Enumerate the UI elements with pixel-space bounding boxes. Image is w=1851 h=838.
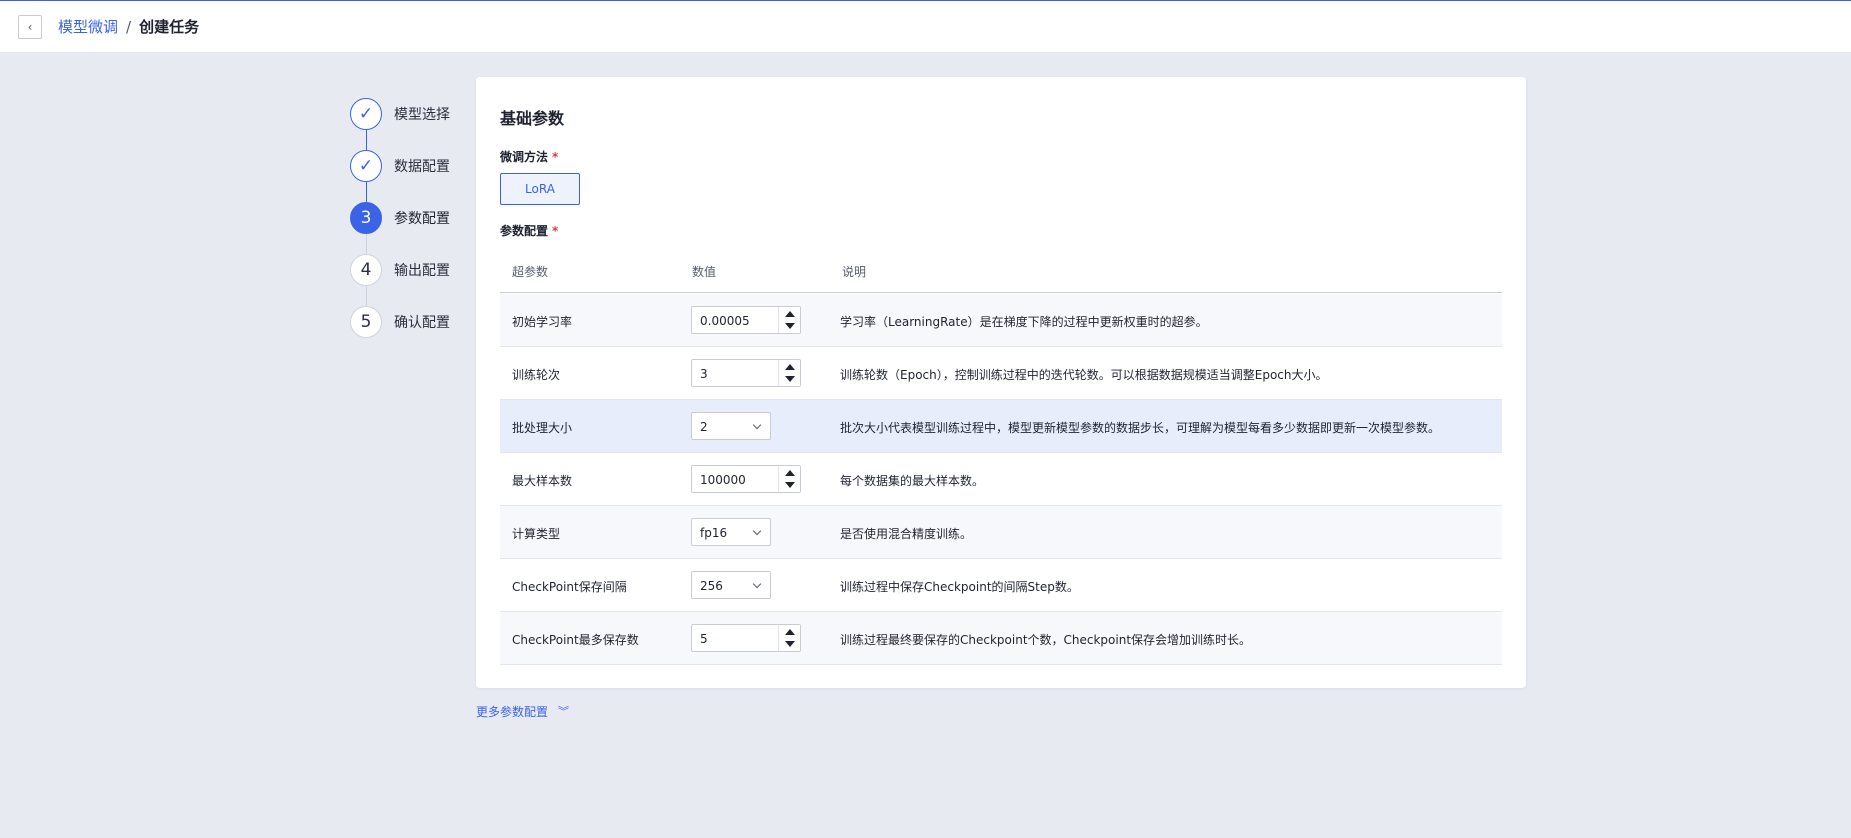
param-name: CheckPoint最多保存数 <box>512 633 639 647</box>
chevron-down-icon <box>752 579 762 589</box>
param-description: 批次大小代表模型训练过程中，模型更新模型参数的数据步长，可理解为模型每看多少数据… <box>840 421 1441 435</box>
breadcrumb-current: 创建任务 <box>139 18 200 36</box>
params-label: 参数配置 * <box>500 224 559 238</box>
param-name: CheckPoint保存间隔 <box>512 580 627 594</box>
param-name: 最大样本数 <box>512 474 573 488</box>
chevron-left-icon: ‹ <box>27 19 33 34</box>
required-mark: * <box>552 150 559 164</box>
more-params-link[interactable]: 更多参数配置 ︾ <box>476 703 569 720</box>
step-connector <box>366 286 367 306</box>
number-stepper[interactable] <box>778 466 800 492</box>
step-param-config: 3 参数配置 <box>350 202 450 234</box>
increment-icon[interactable] <box>785 629 795 635</box>
chevron-down-icon <box>752 526 762 536</box>
breadcrumb-parent-link[interactable]: 模型微调 <box>58 16 118 37</box>
back-button[interactable]: ‹ <box>18 14 42 39</box>
compute-type-select[interactable]: fp16 <box>691 518 771 546</box>
param-description: 训练过程最终要保存的Checkpoint个数，Checkpoint保存会增加训练… <box>840 633 1252 647</box>
step-label: 参数配置 <box>394 211 450 227</box>
number-stepper[interactable] <box>778 625 800 651</box>
batch-size-select[interactable]: 2 <box>691 412 771 440</box>
table-row: 计算类型 fp16 是否使用混合精度训练。 <box>500 506 1502 559</box>
decrement-icon[interactable] <box>785 641 795 647</box>
page-header: ‹ 模型微调 / 创建任务 <box>0 1 1851 53</box>
step-data-config: ✓ 数据配置 <box>350 150 450 182</box>
card-title: 基础参数 <box>500 109 565 128</box>
decrement-icon[interactable] <box>785 323 795 329</box>
chevron-down-icon <box>752 420 762 430</box>
column-header-param: 超参数 <box>512 265 549 279</box>
param-description: 训练轮数（Epoch），控制训练过程中的迭代轮数。可以根据数据规模适当调整Epo… <box>840 368 1328 382</box>
step-indicator: ✓ 模型选择 ✓ 数据配置 3 参数配置 4 输出配置 5 确认配置 <box>350 98 450 338</box>
column-header-value: 数值 <box>692 265 717 279</box>
step-number-badge: 3 <box>350 202 382 234</box>
checkpoint-max-input[interactable]: 5 <box>691 624 801 652</box>
max-samples-input[interactable]: 100000 <box>691 465 801 493</box>
step-confirm-config: 5 确认配置 <box>350 306 450 338</box>
table-row: 最大样本数 100000 每个数据集的最大样本数。 <box>500 453 1502 506</box>
param-description: 学习率（LearningRate）是在梯度下降的过程中更新权重时的超参。 <box>840 315 1208 329</box>
required-mark: * <box>552 224 559 238</box>
basic-params-card: 基础参数 微调方法 * LoRA 参数配置 * 超参数 数值 说明 初始学习率 0.… <box>476 77 1526 688</box>
table-row: CheckPoint保存间隔 256 训练过程中保存Checkpoint的间隔S… <box>500 559 1502 612</box>
column-header-desc: 说明 <box>842 265 867 279</box>
number-stepper[interactable] <box>778 307 800 333</box>
step-label: 模型选择 <box>394 107 450 123</box>
param-name: 初始学习率 <box>512 315 573 329</box>
table-row: 训练轮次 3 训练轮数（Epoch），控制训练过程中的迭代轮数。可以根据数据规模… <box>500 347 1502 400</box>
table-row: CheckPoint最多保存数 5 训练过程最终要保存的Checkpoint个数… <box>500 612 1502 665</box>
param-description: 每个数据集的最大样本数。 <box>840 474 985 488</box>
param-description: 训练过程中保存Checkpoint的间隔Step数。 <box>840 580 1079 594</box>
step-label: 输出配置 <box>394 263 450 279</box>
step-connector <box>366 182 367 202</box>
breadcrumb-separator: / <box>126 17 132 36</box>
number-stepper[interactable] <box>778 360 800 386</box>
increment-icon[interactable] <box>785 364 795 370</box>
epoch-input[interactable]: 3 <box>691 359 801 387</box>
decrement-icon[interactable] <box>785 376 795 382</box>
breadcrumb: 模型微调 / 创建任务 <box>58 16 199 37</box>
step-output-config: 4 输出配置 <box>350 254 450 286</box>
param-name: 训练轮次 <box>512 368 561 382</box>
method-label: 微调方法 * <box>500 150 559 164</box>
check-icon: ✓ <box>350 98 382 130</box>
increment-icon[interactable] <box>785 311 795 317</box>
step-connector <box>366 130 367 150</box>
table-row: 批处理大小 2 批次大小代表模型训练过程中，模型更新模型参数的数据步长，可理解为… <box>500 400 1502 453</box>
param-name: 计算类型 <box>512 527 561 541</box>
increment-icon[interactable] <box>785 470 795 476</box>
step-model-select: ✓ 模型选择 <box>350 98 450 130</box>
table-header: 超参数 数值 说明 <box>500 249 1502 293</box>
decrement-icon[interactable] <box>785 482 795 488</box>
check-icon: ✓ <box>350 150 382 182</box>
step-label: 数据配置 <box>394 159 450 175</box>
checkpoint-interval-select[interactable]: 256 <box>691 571 771 599</box>
step-connector <box>366 234 367 254</box>
lora-option-button[interactable]: LoRA <box>500 173 580 205</box>
learning-rate-input[interactable]: 0.00005 <box>691 306 801 334</box>
param-description: 是否使用混合精度训练。 <box>840 527 973 541</box>
table-row: 初始学习率 0.00005 学习率（LearningRate）是在梯度下降的过程… <box>500 294 1502 347</box>
step-label: 确认配置 <box>394 315 450 331</box>
step-number-badge: 5 <box>350 306 382 338</box>
param-name: 批处理大小 <box>512 421 573 435</box>
step-number-badge: 4 <box>350 254 382 286</box>
double-chevron-down-icon: ︾ <box>558 704 570 718</box>
